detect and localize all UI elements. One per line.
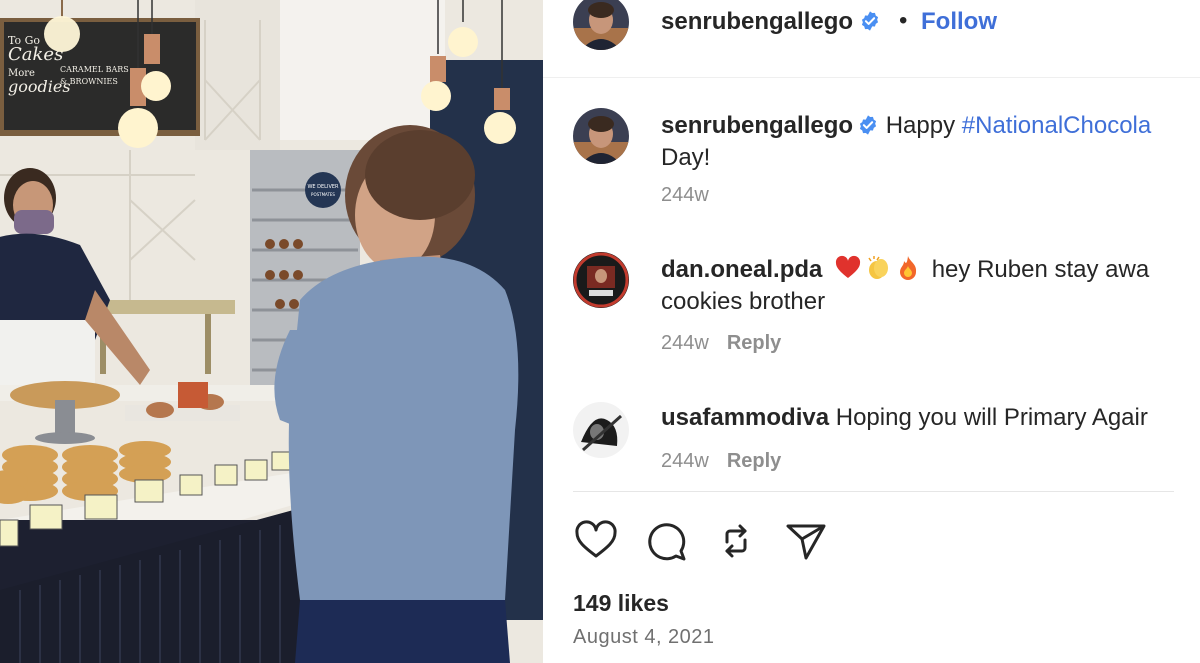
- author-avatar[interactable]: [573, 0, 629, 50]
- hashtag-link[interactable]: #NationalChocola: [962, 112, 1151, 139]
- caption-meta: 244w: [661, 184, 709, 207]
- post-date: August 4, 2021: [573, 626, 715, 648]
- comment-item: usafammodiva Hoping you will Primary Aga…: [543, 402, 1200, 482]
- author-username-text[interactable]: senrubengallego: [661, 8, 853, 35]
- verified-badge-icon: [859, 115, 877, 135]
- comment-meta: 244w Reply: [661, 450, 781, 473]
- comment-timestamp[interactable]: 244w: [661, 450, 709, 472]
- repost-icon: [725, 524, 747, 558]
- post-photo[interactable]: To Go Cakes More goodies CARAMEL BARS & …: [0, 0, 543, 663]
- heart-icon: [575, 520, 617, 558]
- caption-timestamp[interactable]: 244w: [661, 184, 709, 206]
- commenter-username[interactable]: usafammodiva: [661, 404, 829, 431]
- svg-text:WE DELIVER: WE DELIVER: [307, 184, 339, 190]
- comment-meta: 244w Reply: [661, 332, 781, 355]
- comment-line-2: cookies brother: [661, 288, 826, 315]
- comment-button[interactable]: [643, 518, 689, 564]
- reply-button[interactable]: Reply: [727, 450, 781, 472]
- bakery-photo-illustration: To Go Cakes More goodies CARAMEL BARS & …: [0, 0, 543, 663]
- comment-text: usafammodiva Hoping you will Primary Aga…: [661, 402, 1200, 434]
- reply-button[interactable]: Reply: [727, 332, 781, 354]
- comment-item: dan.oneal.pda hey Ruben stay awa cookies…: [543, 252, 1200, 362]
- commenter-avatar[interactable]: [573, 402, 629, 458]
- clapping-hands-emoji-icon: [868, 256, 889, 279]
- svg-text:CARAMEL BARS: CARAMEL BARS: [60, 65, 129, 74]
- caption-line-2: Day!: [661, 144, 711, 171]
- separator-dot: •: [899, 7, 908, 34]
- caption-text-start: Happy: [879, 112, 962, 139]
- caption-username[interactable]: senrubengallego: [661, 112, 853, 139]
- share-button[interactable]: [783, 518, 829, 564]
- fire-emoji-icon: [900, 256, 917, 280]
- comment-body: Hoping you will Primary Agair: [829, 404, 1148, 431]
- likes-count[interactable]: 149 likes: [573, 590, 669, 617]
- we-deliver-badge: [305, 172, 341, 208]
- svg-text:POSTMATES: POSTMATES: [311, 192, 335, 197]
- comment-text: dan.oneal.pda hey Ruben stay awa cookies…: [661, 254, 1200, 318]
- post-details-panel: senrubengallego • Follow senrubengallego…: [543, 0, 1200, 663]
- follow-button[interactable]: Follow: [921, 8, 997, 36]
- share-icon: [786, 524, 826, 560]
- caption-text: senrubengallego Happy #NationalChocola D…: [661, 110, 1200, 174]
- section-divider: [573, 491, 1174, 492]
- post-header: senrubengallego • Follow: [543, 0, 1200, 78]
- svg-text:& BROWNIES: & BROWNIES: [60, 77, 118, 86]
- commenter-avatar[interactable]: [573, 252, 629, 308]
- heart-emoji-icon: [835, 255, 861, 278]
- like-button[interactable]: [573, 518, 619, 564]
- caption-avatar[interactable]: [573, 108, 629, 164]
- commenter-username[interactable]: dan.oneal.pda: [661, 256, 822, 283]
- comment-timestamp[interactable]: 244w: [661, 332, 709, 354]
- comment-icon: [648, 523, 686, 561]
- repost-button[interactable]: [713, 518, 759, 564]
- author-username[interactable]: senrubengallego: [661, 8, 881, 36]
- verified-badge-icon: [861, 11, 879, 31]
- comment-body: hey Ruben stay awa: [931, 256, 1150, 283]
- caption-comment: senrubengallego Happy #NationalChocola D…: [543, 108, 1200, 218]
